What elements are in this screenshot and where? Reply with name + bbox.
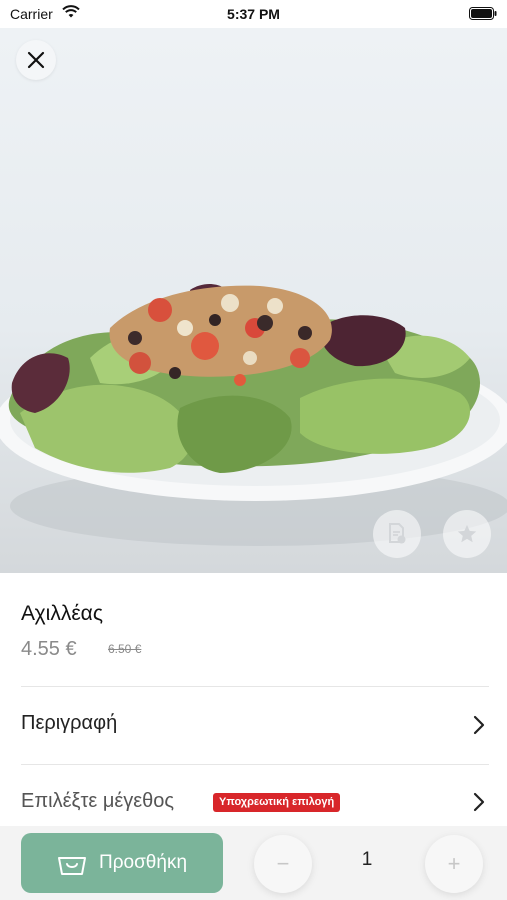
required-badge: Υποχρεωτική επιλογή bbox=[213, 793, 341, 812]
plus-icon: + bbox=[447, 851, 461, 876]
decrease-quantity-button[interactable]: − bbox=[254, 835, 312, 893]
favorite-button[interactable] bbox=[443, 510, 491, 558]
product-price: 4.55 € bbox=[21, 638, 77, 660]
description-label: Περιγραφή bbox=[21, 712, 118, 734]
battery-icon bbox=[469, 7, 497, 20]
salad-illustration bbox=[0, 284, 507, 546]
status-bar: Carrier 5:37 PM bbox=[0, 0, 507, 28]
add-to-cart-label: Προσθήκη bbox=[98, 852, 188, 873]
product-image bbox=[0, 28, 507, 573]
document-info-icon bbox=[389, 523, 406, 544]
chevron-right-icon bbox=[473, 715, 485, 735]
minus-icon: − bbox=[276, 851, 290, 876]
divider bbox=[21, 686, 489, 687]
status-time: 5:37 PM bbox=[227, 6, 280, 22]
info-button[interactable] bbox=[373, 510, 421, 558]
star-icon bbox=[457, 524, 477, 543]
divider bbox=[21, 764, 489, 765]
shopping-basket-icon bbox=[57, 857, 86, 875]
chevron-right-icon bbox=[473, 792, 485, 812]
close-icon bbox=[27, 51, 45, 69]
close-button[interactable] bbox=[16, 40, 56, 80]
size-label: Επιλέξτε μέγεθος bbox=[21, 790, 175, 812]
product-name: Αχιλλέας bbox=[21, 602, 103, 625]
product-old-price: 6.50 € bbox=[108, 642, 142, 656]
quantity-value: 1 bbox=[361, 849, 373, 870]
add-to-cart-button[interactable]: Προσθήκη bbox=[21, 833, 223, 893]
increase-quantity-button[interactable]: + bbox=[425, 835, 483, 893]
